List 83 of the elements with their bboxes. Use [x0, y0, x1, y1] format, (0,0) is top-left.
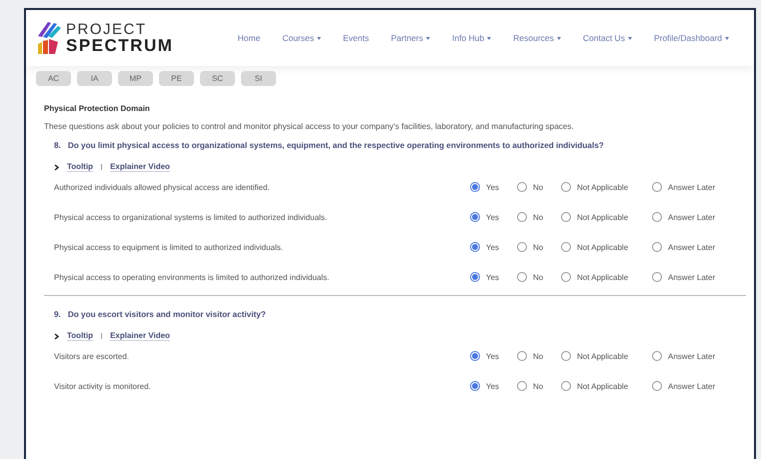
radio-button[interactable]: [470, 351, 480, 361]
option-label: Answer Later: [668, 382, 716, 390]
option-label: No: [533, 242, 544, 252]
nav-link[interactable]: Partners: [380, 33, 442, 43]
option-label: Yes: [486, 212, 500, 222]
radio-button[interactable]: [561, 242, 571, 252]
chevron-icon: [54, 164, 59, 170]
link[interactable]: Tooltip: [67, 331, 94, 341]
section-description: These questions ask about your policies to control and monitor physical access to your company's facilities, laboratory, and manufacturing spaces.: [44, 122, 575, 131]
radio-button[interactable]: [470, 182, 480, 192]
radio-button[interactable]: [470, 212, 480, 222]
domain-tab[interactable]: SI: [241, 71, 276, 86]
nav-link[interactable]: Profile/Dashboard: [642, 33, 740, 43]
option-label: Answer Later: [668, 272, 716, 282]
radio-button[interactable]: [470, 381, 480, 391]
option-label: Not Applicable: [577, 352, 628, 360]
radio-button[interactable]: [652, 381, 662, 391]
statement-text: Physical access to equipment is limited to authorized individuals.: [54, 242, 284, 252]
statement-text: Physical access to organizational systems is limited to authorized individuals.: [54, 212, 328, 222]
radio-button[interactable]: [517, 272, 527, 282]
radio-button[interactable]: [517, 212, 527, 222]
option-label: Answer Later: [668, 182, 716, 192]
radio-button[interactable]: [652, 242, 662, 252]
option-label: No: [533, 272, 544, 282]
nav-link[interactable]: Courses: [271, 33, 332, 43]
question-text: Do you limit physical access to organizational systems, equipment, and the respective operating environments to authorized individuals?: [68, 141, 604, 150]
domain-tab[interactable]: PE: [159, 71, 194, 86]
option-label: Answer Later: [668, 352, 716, 360]
chevron-icon: [54, 332, 59, 340]
domain-tab[interactable]: SC: [200, 71, 235, 86]
nav-link[interactable]: Contact Us: [572, 33, 643, 43]
option-label: No: [533, 352, 544, 360]
option-label: Not Applicable: [577, 242, 628, 252]
option-label: Yes: [486, 242, 500, 252]
section-title: Physical Protection Domain: [44, 104, 151, 113]
link[interactable]: Explainer Video: [110, 162, 170, 172]
option-label: Yes: [486, 272, 500, 282]
radio-button[interactable]: [470, 272, 480, 282]
radio-button[interactable]: [561, 351, 571, 361]
nav-link[interactable]: Info Hub: [441, 33, 502, 43]
nav-link[interactable]: Home: [226, 33, 272, 43]
question-number: 8.: [54, 141, 61, 150]
option-label: Answer Later: [668, 242, 716, 252]
radio-button[interactable]: [561, 212, 571, 222]
statement-text: Visitors are escorted.: [54, 352, 130, 360]
option-label: Not Applicable: [577, 382, 628, 390]
radio-button[interactable]: [517, 381, 527, 391]
option-label: No: [533, 182, 544, 192]
radio-button[interactable]: [517, 242, 527, 252]
logo-text: PROJECT: [66, 22, 148, 37]
option-label: Not Applicable: [577, 272, 628, 282]
radio-button[interactable]: [470, 242, 480, 252]
option-label: Yes: [486, 382, 500, 390]
statement-text: Authorized individuals allowed physical access are identified.: [54, 182, 271, 192]
option-label: Yes: [486, 352, 500, 360]
domain-tab[interactable]: AC: [36, 71, 71, 86]
radio-button[interactable]: [561, 272, 571, 282]
question-number: 9.: [54, 310, 61, 319]
link[interactable]: Tooltip: [67, 162, 94, 172]
nav-link[interactable]: Resources: [502, 33, 572, 43]
question-text: Do you escort visitors and monitor visitor activity?: [68, 310, 266, 319]
radio-button[interactable]: [561, 182, 571, 192]
nav-link[interactable]: Events: [332, 33, 380, 43]
logo-text: SPECTRUM: [66, 37, 174, 54]
radio-button[interactable]: [517, 182, 527, 192]
domain-tab[interactable]: IA: [77, 71, 112, 86]
radio-button[interactable]: [652, 272, 662, 282]
option-label: Not Applicable: [577, 182, 628, 192]
statement-text: Visitor activity is monitored.: [54, 382, 152, 390]
radio-button[interactable]: [652, 182, 662, 192]
statement-text: Physical access to operating environments is limited to authorized individuals.: [54, 272, 330, 282]
option-label: Yes: [486, 182, 500, 192]
option-label: No: [533, 382, 544, 390]
link[interactable]: Explainer Video: [110, 331, 170, 341]
logo-icon: [36, 20, 62, 56]
option-label: Answer Later: [668, 212, 716, 222]
radio-button[interactable]: [652, 212, 662, 222]
option-label: Not Applicable: [577, 212, 628, 222]
domain-tab[interactable]: MP: [118, 71, 153, 86]
option-label: No: [533, 212, 544, 222]
radio-button[interactable]: [561, 381, 571, 391]
radio-button[interactable]: [517, 351, 527, 361]
radio-button[interactable]: [652, 351, 662, 361]
